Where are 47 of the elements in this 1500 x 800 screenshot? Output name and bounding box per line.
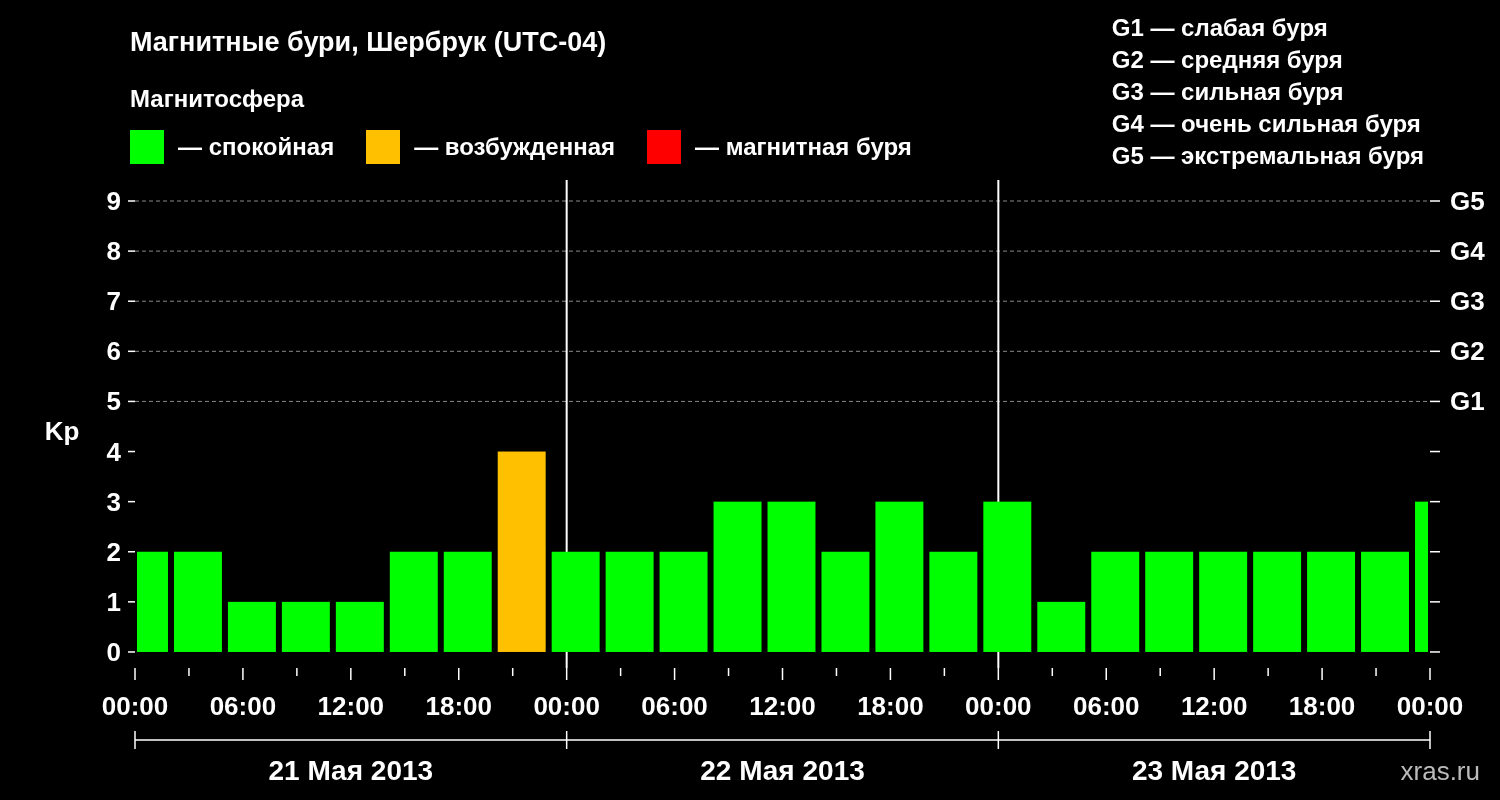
date-label: 23 Мая 2013: [1131, 755, 1297, 786]
x-tick-label: 12:00: [317, 691, 385, 721]
y-tick-label: 2: [106, 536, 121, 567]
kp-bar: [281, 601, 330, 652]
x-tick-label: 06:00: [641, 691, 708, 721]
y-tick-label: 6: [106, 336, 121, 367]
y-tick-label: 8: [106, 236, 121, 267]
x-tick-label: 00:00: [533, 691, 600, 721]
y-tick-label: 5: [106, 386, 121, 417]
legend-label: — магнитная буря: [695, 132, 912, 162]
y-tick-label: 9: [106, 186, 121, 216]
x-tick-label: 18:00: [857, 691, 924, 721]
y-tick-label: 3: [106, 486, 121, 517]
x-tick-label: 12:00: [1180, 691, 1248, 721]
date-label: 22 Мая 2013: [700, 755, 865, 786]
x-tick-label: 18:00: [1288, 691, 1356, 721]
legend-title: Магнитосфера: [130, 84, 306, 114]
chart-title: Магнитные бури, Шербрук (UTC-04): [130, 26, 608, 59]
y-axis-title: Kp: [44, 416, 80, 446]
legend-label: — спокойная: [178, 132, 335, 162]
storm-scale-entry: G3 — сильная буря: [1111, 77, 1345, 107]
y-tick-label: 7: [106, 286, 121, 317]
storm-level-label: G5: [1450, 186, 1485, 216]
legend-label: — возбужденная: [414, 132, 615, 162]
date-label: 21 Мая 2013: [268, 755, 434, 786]
site-credit: xras.ru: [1400, 756, 1480, 786]
y-tick-label: 1: [106, 586, 121, 617]
storm-scale-entry: G5 — экстремальная буря: [1111, 141, 1424, 171]
x-tick-label: 06:00: [1073, 691, 1140, 721]
storm-level-label: G4: [1450, 236, 1485, 267]
x-tick-label: 12:00: [749, 691, 816, 721]
kp-bar: [1037, 601, 1086, 652]
kp-bar: [335, 601, 384, 652]
y-tick-label: 4: [106, 436, 121, 467]
x-tick-label: 18:00: [425, 691, 492, 721]
storm-level-label: G2: [1450, 336, 1485, 367]
y-tick-label: 0: [106, 636, 121, 667]
x-tick-label: 00:00: [101, 691, 169, 721]
x-tick-label: 06:00: [209, 691, 277, 721]
x-tick-label: 00:00: [965, 691, 1032, 721]
storm-level-label: G3: [1450, 286, 1485, 317]
storm-scale-entry: G2 — средняя буря: [1111, 45, 1344, 75]
storm-level-label: G1: [1450, 386, 1485, 417]
x-tick-label: 00:00: [1396, 691, 1464, 721]
storm-scale-entry: G1 — слабая буря: [1111, 13, 1329, 43]
storm-scale-entry: G4 — очень сильная буря: [1111, 109, 1422, 139]
kp-bar: [227, 601, 276, 652]
